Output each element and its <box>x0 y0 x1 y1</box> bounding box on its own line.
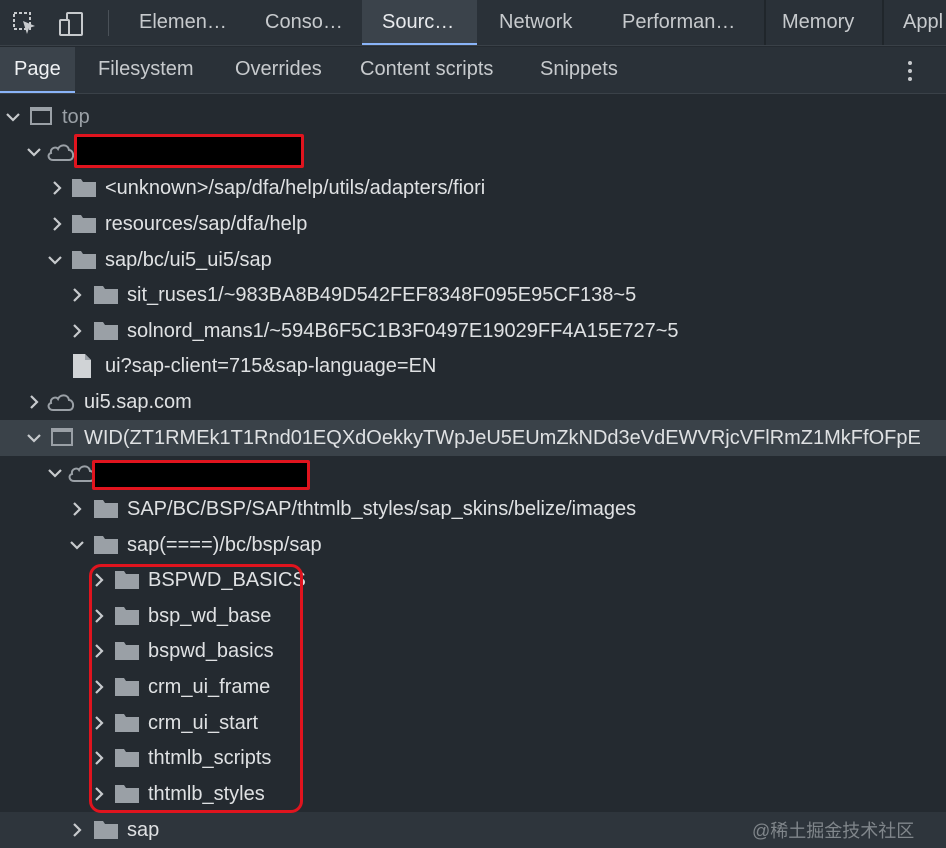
sources-navigator-tabs: Page Filesystem Overrides Content script… <box>0 47 946 94</box>
subtab-snippets[interactable]: Snippets <box>540 47 618 93</box>
tree-row-folder[interactable]: solnord_mans1/~594B6F5C1B3F0497E19029FF4… <box>0 313 946 349</box>
tab-network[interactable]: Network <box>499 0 589 45</box>
device-toolbar-icon[interactable] <box>56 9 86 39</box>
chevron-right-icon[interactable] <box>48 179 66 197</box>
tree-row-folder[interactable]: resources/sap/dfa/help <box>0 206 946 242</box>
tree-row-origin-redacted[interactable] <box>0 455 946 491</box>
chevron-down-icon[interactable] <box>46 251 64 269</box>
chevron-down-icon[interactable] <box>25 143 43 161</box>
frame-icon <box>51 428 73 446</box>
chevron-down-icon[interactable] <box>4 108 22 126</box>
chevron-down-icon[interactable] <box>25 429 43 447</box>
tree-row-folder[interactable]: sap/bc/ui5_ui5/sap <box>0 242 946 278</box>
folder-icon <box>72 251 96 269</box>
toolbar-separator <box>108 10 109 36</box>
tree-label: solnord_mans1/~594B6F5C1B3F0497E19029FF4… <box>127 320 679 342</box>
tab-console[interactable]: Conso… <box>265 0 345 45</box>
tree-label: sap(====)/bc/bsp/sap <box>127 534 322 556</box>
inspect-element-icon[interactable] <box>10 9 40 39</box>
folder-icon <box>94 286 118 304</box>
tree-label: SAP/BC/BSP/SAP/thtmlb_styles/sap_skins/b… <box>127 498 637 520</box>
tab-application[interactable]: Appl <box>903 0 946 45</box>
tree-row-origin[interactable]: ui5.sap.com <box>0 384 946 420</box>
tree-label: ui?sap-client=715&sap-language=EN <box>105 355 437 377</box>
chevron-right-icon[interactable] <box>68 821 86 839</box>
chevron-right-icon[interactable] <box>68 322 86 340</box>
folder-icon <box>94 821 118 839</box>
folder-icon <box>94 536 118 554</box>
tree-row-folder[interactable]: sap(====)/bc/bsp/sap <box>0 527 946 563</box>
annotation-box <box>89 564 303 813</box>
tree-row-frame-selected[interactable]: WID(ZT1RMEk1T1Rnd01EQXdOekkyTWpJeU5EUmZk… <box>0 420 946 456</box>
tab-elements[interactable]: Elemen… <box>139 0 235 45</box>
tree-label: WID(ZT1RMEk1T1Rnd01EQXdOekkyTWpJeU5EUmZk… <box>84 427 921 449</box>
chevron-down-icon[interactable] <box>46 464 64 482</box>
tree-row-folder[interactable]: sit_ruses1/~983BA8B49D542FEF8348F095E95C… <box>0 277 946 313</box>
tree-label: ui5.sap.com <box>84 391 192 413</box>
chevron-right-icon[interactable] <box>25 393 43 411</box>
chevron-right-icon[interactable] <box>68 286 86 304</box>
tab-divider <box>764 0 766 45</box>
chevron-right-icon[interactable] <box>48 215 66 233</box>
subtab-overrides[interactable]: Overrides <box>235 47 322 93</box>
redacted-hostname <box>92 460 310 490</box>
subtab-content-scripts[interactable]: Content scripts <box>360 47 493 93</box>
tab-memory[interactable]: Memory <box>782 0 864 45</box>
chevron-right-icon[interactable] <box>68 500 86 518</box>
redacted-hostname <box>74 134 304 168</box>
tree-row-top[interactable]: top <box>0 99 946 135</box>
tab-sources-label: Sourc… <box>382 11 455 33</box>
tab-divider <box>882 0 884 45</box>
chevron-down-icon[interactable] <box>68 536 86 554</box>
cloud-icon <box>47 144 75 161</box>
more-options-icon[interactable] <box>898 59 922 83</box>
folder-icon <box>94 322 118 340</box>
frame-icon <box>30 107 52 125</box>
subtab-filesystem[interactable]: Filesystem <box>98 47 194 93</box>
watermark: @稀土掘金技术社区 <box>752 821 915 841</box>
tab-sources[interactable]: Sourc… <box>362 0 477 45</box>
folder-icon <box>72 215 96 233</box>
cloud-icon <box>47 394 75 411</box>
tree-row-folder[interactable]: <unknown>/sap/dfa/help/utils/adapters/fi… <box>0 170 946 206</box>
tree-label: sap/bc/ui5_ui5/sap <box>105 249 272 271</box>
tree-row-file[interactable]: ui?sap-client=715&sap-language=EN <box>0 348 946 384</box>
folder-icon <box>72 179 96 197</box>
tree-row-origin-redacted[interactable] <box>0 134 946 170</box>
file-icon <box>73 354 91 378</box>
devtools-toolbar: Elemen… Conso… Sourc… Network Performan…… <box>0 0 946 46</box>
tab-performance[interactable]: Performan… <box>622 0 748 45</box>
tree-label: <unknown>/sap/dfa/help/utils/adapters/fi… <box>105 177 486 199</box>
tree-row-folder[interactable]: SAP/BC/BSP/SAP/thtmlb_styles/sap_skins/b… <box>0 491 946 527</box>
tree-label: top <box>62 106 90 128</box>
subtab-page[interactable]: Page <box>0 47 75 93</box>
tree-label: sit_ruses1/~983BA8B49D542FEF8348F095E95C… <box>127 284 637 306</box>
tree-label: sap <box>127 819 160 841</box>
folder-icon <box>94 500 118 518</box>
tree-label: resources/sap/dfa/help <box>105 213 308 235</box>
